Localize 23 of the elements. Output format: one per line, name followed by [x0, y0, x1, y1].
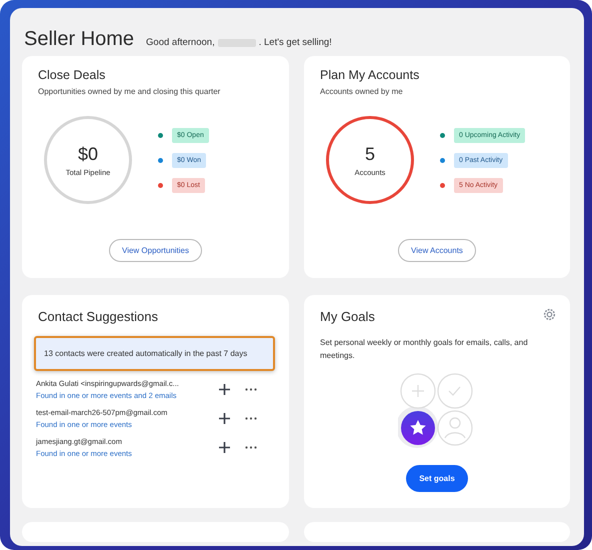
settings-icon[interactable] — [543, 308, 556, 321]
ring-value: $0 — [76, 144, 100, 164]
card-subtitle: Opportunities owned by me and closing this quarter — [38, 87, 222, 96]
greeting-text: . Let's get selling! — [258, 37, 332, 48]
more-icon[interactable] — [245, 417, 257, 420]
card-subtitle: Accounts owned by me — [320, 87, 404, 96]
card-title: My Goals — [320, 309, 375, 324]
page-title: Seller Home — [24, 28, 134, 51]
ring-value: 5 — [364, 144, 376, 164]
info-banner: 13 contacts were created automatically in the past 7 days — [34, 336, 275, 371]
view-button[interactable]: View Opportunities — [109, 239, 202, 262]
goals-description: Set personal weekly or monthly goals for emails, calls, and meetings. — [320, 337, 529, 362]
view-button[interactable]: View Accounts — [398, 239, 476, 262]
add-icon[interactable] — [218, 442, 230, 453]
add-icon[interactable] — [218, 384, 230, 395]
card-title: Close Deals — [38, 68, 106, 82]
card-title: Plan My Accounts — [320, 68, 420, 82]
set-goals-button[interactable]: Set goals — [406, 465, 468, 492]
more-icon[interactable] — [245, 388, 257, 391]
more-icon[interactable] — [245, 446, 257, 449]
greeting-text: Good afternoon, — [146, 37, 215, 48]
card-title: Contact Suggestions — [38, 309, 159, 324]
add-icon[interactable] — [218, 413, 230, 424]
